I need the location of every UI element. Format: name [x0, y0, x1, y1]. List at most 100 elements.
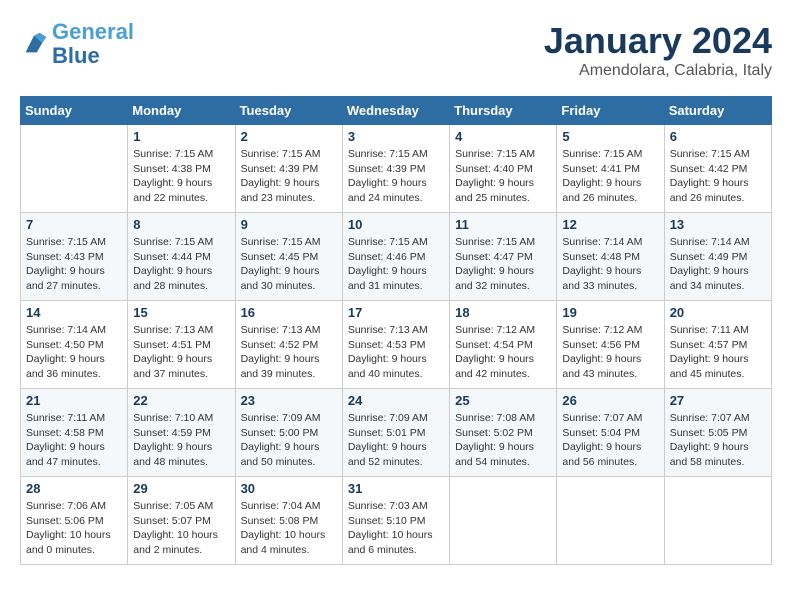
calendar-header-sunday: Sunday [21, 97, 128, 125]
calendar-cell: 2 Sunrise: 7:15 AM Sunset: 4:39 PM Daylig… [235, 125, 342, 213]
calendar-header-friday: Friday [557, 97, 664, 125]
day-number: 21 [26, 393, 122, 408]
day-info: Sunrise: 7:15 AM Sunset: 4:47 PM Dayligh… [455, 235, 551, 294]
calendar-week-3: 14 Sunrise: 7:14 AM Sunset: 4:50 PM Dayli… [21, 301, 772, 389]
day-number: 25 [455, 393, 551, 408]
calendar-cell: 4 Sunrise: 7:15 AM Sunset: 4:40 PM Daylig… [450, 125, 557, 213]
day-info: Sunrise: 7:11 AM Sunset: 4:57 PM Dayligh… [670, 323, 766, 382]
day-number: 6 [670, 129, 766, 144]
day-info: Sunrise: 7:15 AM Sunset: 4:42 PM Dayligh… [670, 147, 766, 206]
day-info: Sunrise: 7:15 AM Sunset: 4:45 PM Dayligh… [241, 235, 337, 294]
calendar-cell: 30Sunrise: 7:04 AM Sunset: 5:08 PM Dayli… [235, 477, 342, 565]
calendar-cell: 15Sunrise: 7:13 AM Sunset: 4:51 PM Dayli… [128, 301, 235, 389]
calendar-cell: 21 Sunrise: 7:11 AM Sunset: 4:58 PM Dayli… [21, 389, 128, 477]
logo-icon [20, 30, 48, 58]
day-info: Sunrise: 7:13 AM Sunset: 4:53 PM Dayligh… [348, 323, 444, 382]
day-number: 14 [26, 305, 122, 320]
day-info: Sunrise: 7:07 AM Sunset: 5:04 PM Dayligh… [562, 411, 658, 470]
day-info: Sunrise: 7:11 AM Sunset: 4:58 PM Dayligh… [26, 411, 122, 470]
calendar-cell: 26 Sunrise: 7:07 AM Sunset: 5:04 PM Dayli… [557, 389, 664, 477]
location-title: Amendolara, Calabria, Italy [544, 62, 772, 80]
calendar-cell: 18 Sunrise: 7:12 AM Sunset: 4:54 PM Dayli… [450, 301, 557, 389]
calendar-cell: 27 Sunrise: 7:07 AM Sunset: 5:05 PM Dayli… [664, 389, 771, 477]
calendar-cell: 19Sunrise: 7:12 AM Sunset: 4:56 PM Dayli… [557, 301, 664, 389]
calendar-cell: 9 Sunrise: 7:15 AM Sunset: 4:45 PM Daylig… [235, 213, 342, 301]
day-number: 5 [562, 129, 658, 144]
day-number: 27 [670, 393, 766, 408]
calendar-header-thursday: Thursday [450, 97, 557, 125]
day-number: 29 [133, 481, 229, 496]
calendar-cell: 29 Sunrise: 7:05 AM Sunset: 5:07 PM Dayli… [128, 477, 235, 565]
day-number: 23 [241, 393, 337, 408]
day-number: 31 [348, 481, 444, 496]
day-info: Sunrise: 7:10 AM Sunset: 4:59 PM Dayligh… [133, 411, 229, 470]
calendar-header-saturday: Saturday [664, 97, 771, 125]
calendar-cell: 31 Sunrise: 7:03 AM Sunset: 5:10 PM Dayli… [342, 477, 449, 565]
calendar-cell: 14 Sunrise: 7:14 AM Sunset: 4:50 PM Dayli… [21, 301, 128, 389]
day-number: 20 [670, 305, 766, 320]
day-number: 3 [348, 129, 444, 144]
calendar-cell: 6 Sunrise: 7:15 AM Sunset: 4:42 PM Daylig… [664, 125, 771, 213]
day-number: 10 [348, 217, 444, 232]
day-number: 22 [133, 393, 229, 408]
calendar-week-1: 1Sunrise: 7:15 AM Sunset: 4:38 PM Daylig… [21, 125, 772, 213]
day-info: Sunrise: 7:15 AM Sunset: 4:46 PM Dayligh… [348, 235, 444, 294]
logo: GeneralBlue [20, 20, 134, 68]
calendar-cell: 17Sunrise: 7:13 AM Sunset: 4:53 PM Dayli… [342, 301, 449, 389]
day-info: Sunrise: 7:15 AM Sunset: 4:40 PM Dayligh… [455, 147, 551, 206]
day-info: Sunrise: 7:04 AM Sunset: 5:08 PM Dayligh… [241, 499, 337, 558]
day-info: Sunrise: 7:14 AM Sunset: 4:49 PM Dayligh… [670, 235, 766, 294]
calendar-header-monday: Monday [128, 97, 235, 125]
day-number: 9 [241, 217, 337, 232]
day-number: 12 [562, 217, 658, 232]
calendar-cell [450, 477, 557, 565]
day-info: Sunrise: 7:12 AM Sunset: 4:56 PM Dayligh… [562, 323, 658, 382]
day-info: Sunrise: 7:15 AM Sunset: 4:41 PM Dayligh… [562, 147, 658, 206]
day-number: 1 [133, 129, 229, 144]
day-number: 8 [133, 217, 229, 232]
day-info: Sunrise: 7:15 AM Sunset: 4:43 PM Dayligh… [26, 235, 122, 294]
calendar-week-2: 7Sunrise: 7:15 AM Sunset: 4:43 PM Daylig… [21, 213, 772, 301]
calendar-cell [664, 477, 771, 565]
calendar-cell: 16 Sunrise: 7:13 AM Sunset: 4:52 PM Dayli… [235, 301, 342, 389]
calendar-cell: 13Sunrise: 7:14 AM Sunset: 4:49 PM Dayli… [664, 213, 771, 301]
day-number: 18 [455, 305, 551, 320]
calendar-cell: 7Sunrise: 7:15 AM Sunset: 4:43 PM Daylig… [21, 213, 128, 301]
calendar-cell: 23 Sunrise: 7:09 AM Sunset: 5:00 PM Dayli… [235, 389, 342, 477]
day-number: 2 [241, 129, 337, 144]
day-number: 11 [455, 217, 551, 232]
calendar-header-row: SundayMondayTuesdayWednesdayThursdayFrid… [21, 97, 772, 125]
day-number: 26 [562, 393, 658, 408]
header: GeneralBlue January 2024 Amendolara, Cal… [20, 20, 772, 80]
day-info: Sunrise: 7:07 AM Sunset: 5:05 PM Dayligh… [670, 411, 766, 470]
calendar-cell: 12Sunrise: 7:14 AM Sunset: 4:48 PM Dayli… [557, 213, 664, 301]
calendar-cell: 25 Sunrise: 7:08 AM Sunset: 5:02 PM Dayli… [450, 389, 557, 477]
day-info: Sunrise: 7:15 AM Sunset: 4:39 PM Dayligh… [241, 147, 337, 206]
calendar-cell: 5 Sunrise: 7:15 AM Sunset: 4:41 PM Daylig… [557, 125, 664, 213]
day-info: Sunrise: 7:13 AM Sunset: 4:52 PM Dayligh… [241, 323, 337, 382]
day-info: Sunrise: 7:05 AM Sunset: 5:07 PM Dayligh… [133, 499, 229, 558]
day-info: Sunrise: 7:09 AM Sunset: 5:00 PM Dayligh… [241, 411, 337, 470]
calendar-cell: 8Sunrise: 7:15 AM Sunset: 4:44 PM Daylig… [128, 213, 235, 301]
calendar-cell: 20 Sunrise: 7:11 AM Sunset: 4:57 PM Dayli… [664, 301, 771, 389]
calendar-cell [557, 477, 664, 565]
calendar-cell: 10 Sunrise: 7:15 AM Sunset: 4:46 PM Dayli… [342, 213, 449, 301]
calendar-header-tuesday: Tuesday [235, 97, 342, 125]
day-info: Sunrise: 7:12 AM Sunset: 4:54 PM Dayligh… [455, 323, 551, 382]
day-number: 16 [241, 305, 337, 320]
calendar-week-5: 28 Sunrise: 7:06 AM Sunset: 5:06 PM Dayli… [21, 477, 772, 565]
day-info: Sunrise: 7:06 AM Sunset: 5:06 PM Dayligh… [26, 499, 122, 558]
calendar-cell: 3 Sunrise: 7:15 AM Sunset: 4:39 PM Daylig… [342, 125, 449, 213]
day-info: Sunrise: 7:15 AM Sunset: 4:39 PM Dayligh… [348, 147, 444, 206]
day-info: Sunrise: 7:03 AM Sunset: 5:10 PM Dayligh… [348, 499, 444, 558]
day-number: 28 [26, 481, 122, 496]
calendar-cell: 28 Sunrise: 7:06 AM Sunset: 5:06 PM Dayli… [21, 477, 128, 565]
logo-text: GeneralBlue [52, 20, 134, 68]
title-area: January 2024 Amendolara, Calabria, Italy [544, 20, 772, 80]
day-number: 15 [133, 305, 229, 320]
calendar-cell: 1Sunrise: 7:15 AM Sunset: 4:38 PM Daylig… [128, 125, 235, 213]
calendar-cell: 24Sunrise: 7:09 AM Sunset: 5:01 PM Dayli… [342, 389, 449, 477]
day-info: Sunrise: 7:14 AM Sunset: 4:50 PM Dayligh… [26, 323, 122, 382]
day-number: 4 [455, 129, 551, 144]
day-info: Sunrise: 7:08 AM Sunset: 5:02 PM Dayligh… [455, 411, 551, 470]
